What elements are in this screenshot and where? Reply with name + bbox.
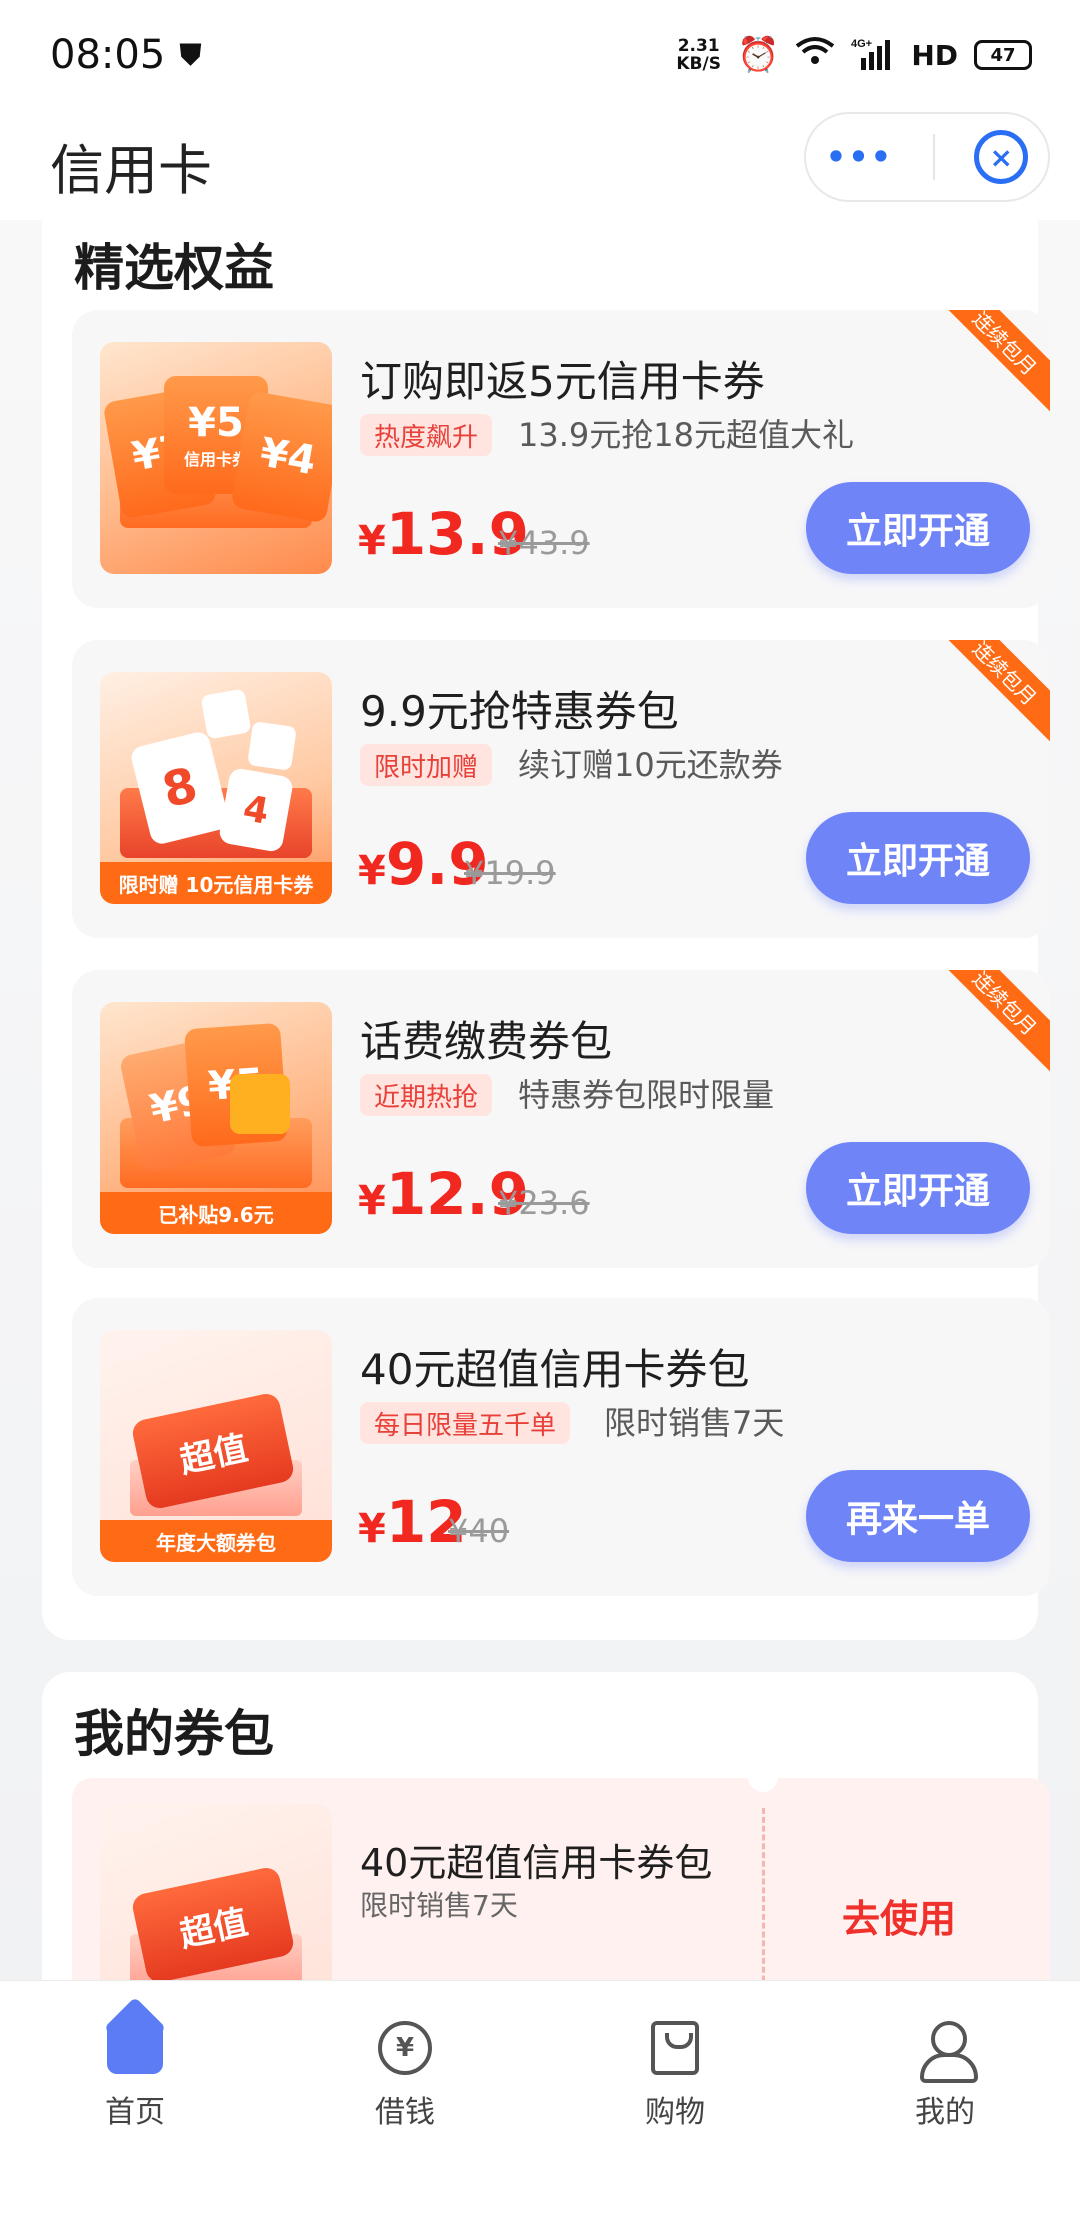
coupon-value: ¥5 — [188, 400, 244, 446]
benefit-card[interactable]: 超值 年度大额券包 40元超值信用卡券包 每日限量五千单 限时销售7天 ¥ 12… — [72, 1298, 1050, 1596]
content-scroll[interactable]: 精选权益 ¥7 ¥5 信用卡券 ¥4 订购即返5元信用卡券 热度飙升 13.9元抢… — [0, 220, 1080, 1980]
ticket-divider — [762, 1808, 765, 1980]
bottom-tab-bar: 首页 ¥ 借钱 购物 我的 — [0, 1980, 1080, 2232]
home-icon — [106, 2019, 164, 2077]
coupon-value: ¥4 — [256, 429, 320, 485]
battery-level: 47 — [990, 44, 1016, 66]
svg-text:4G+: 4G+ — [851, 38, 872, 50]
page-title: 信用卡 — [50, 138, 212, 202]
benefit-name: 9.9元抢特惠券包 — [360, 687, 679, 736]
tab-home[interactable]: 首页 — [55, 2019, 215, 2232]
status-time: 08:05 — [50, 32, 166, 78]
monthly-ribbon: 连续包月 — [936, 970, 1050, 1072]
benefit-thumbnail: 8 4 限时赠 10元信用卡券 — [100, 672, 332, 904]
benefit-thumbnail: ¥9 ¥5 已补贴9.6元 — [100, 1002, 332, 1234]
alarm-icon: ⏰ — [736, 35, 780, 75]
monthly-ribbon: 连续包月 — [936, 310, 1050, 412]
thumb-banner: 已补贴9.6元 — [100, 1192, 332, 1234]
benefit-name: 订购即返5元信用卡券 — [360, 357, 765, 406]
value-tag-text: 超值 — [176, 1427, 252, 1482]
signal-icon: 4G+ — [851, 36, 895, 74]
benefit-desc: 续订赠10元还款券 — [518, 746, 783, 784]
tab-borrow[interactable]: ¥ 借钱 — [325, 2019, 485, 2232]
subscribe-button[interactable]: 立即开通 — [806, 482, 1030, 574]
benefit-desc: 限时销售7天 — [604, 1404, 785, 1442]
shield-icon: ⛊ — [179, 37, 202, 73]
wallet-coupon-card[interactable]: 超值 40元超值信用卡券包 限时销售7天 去使用 — [72, 1778, 1050, 1980]
currency-symbol: ¥ — [358, 848, 386, 894]
shopping-bag-icon — [646, 2019, 704, 2077]
original-price: ¥43.9 — [498, 524, 590, 562]
benefit-desc: 特惠券包限时限量 — [518, 1076, 775, 1114]
speed-value: 2.31 — [677, 36, 720, 56]
benefit-name: 40元超值信用卡券包 — [360, 1345, 750, 1394]
hd-indicator: HD — [911, 38, 958, 72]
benefit-thumbnail: ¥7 ¥5 信用卡券 ¥4 — [100, 342, 332, 574]
tab-label: 首页 — [105, 2095, 165, 2130]
network-speed: 2.31 KB/S — [676, 37, 721, 73]
tab-label: 购物 — [645, 2095, 705, 2130]
benefit-tag: 限时加赠 — [360, 744, 493, 786]
benefit-card[interactable]: 8 4 限时赠 10元信用卡券 9.9元抢特惠券包 限时加赠 续订赠10元还款券… — [72, 640, 1050, 938]
currency-symbol: ¥ — [358, 1178, 386, 1224]
reorder-button[interactable]: 再来一单 — [806, 1470, 1030, 1562]
original-price: ¥19.9 — [464, 854, 556, 892]
yuan-icon: ¥ — [376, 2019, 434, 2077]
benefit-thumbnail: 超值 年度大额券包 — [100, 1330, 332, 1562]
subscribe-button[interactable]: 立即开通 — [806, 812, 1030, 904]
currency-symbol: ¥ — [358, 518, 386, 564]
status-left: 08:05 ⛊ — [50, 32, 202, 78]
benefit-desc: 13.9元抢18元超值大礼 — [518, 416, 854, 454]
tab-label: 借钱 — [375, 2095, 435, 2130]
section-title-wallet: 我的券包 — [74, 1705, 274, 1763]
thumb-banner: 年度大额券包 — [100, 1520, 332, 1562]
tab-mine[interactable]: 我的 — [865, 2019, 1025, 2232]
coupon-value: 8 — [157, 756, 203, 820]
wallet-section: 我的券包 超值 40元超值信用卡券包 限时销售7天 去使用 — [42, 1672, 1050, 1980]
close-icon[interactable]: × — [974, 130, 1029, 184]
status-right: 2.31 KB/S ⏰ 4G+ HD 47 — [676, 35, 1032, 75]
benefit-card[interactable]: ¥9 ¥5 已补贴9.6元 话费缴费券包 近期热抢 特惠券包限时限量 ¥ 12.… — [72, 970, 1050, 1268]
benefit-tag: 每日限量五千单 — [360, 1402, 571, 1444]
use-coupon-button[interactable]: 去使用 — [842, 1888, 956, 1943]
mango-tv-icon — [230, 1074, 290, 1134]
youku-icon — [200, 688, 252, 740]
more-icon[interactable]: ••• — [826, 138, 893, 176]
section-title-featured: 精选权益 — [74, 239, 274, 297]
battery-icon: 47 — [974, 40, 1032, 70]
currency-symbol: ¥ — [358, 1506, 386, 1552]
wifi-icon — [795, 36, 835, 74]
benefit-tag: 近期热抢 — [360, 1074, 493, 1116]
speed-unit: KB/S — [676, 54, 721, 74]
coupon-name: 40元超值信用卡券包 — [360, 1841, 713, 1885]
capsule-divider — [932, 134, 935, 180]
original-price: ¥23.6 — [498, 1184, 590, 1222]
tab-label: 我的 — [915, 2095, 975, 2130]
mini-program-capsule: ••• × — [804, 112, 1050, 202]
title-bar: 信用卡 ••• × — [0, 110, 1080, 220]
coupon-thumbnail: 超值 — [100, 1804, 332, 1980]
tab-shopping[interactable]: 购物 — [595, 2019, 755, 2232]
ticket-notch — [748, 1778, 778, 1792]
coupon-shape: 4 — [217, 767, 295, 853]
featured-section: 精选权益 ¥7 ¥5 信用卡券 ¥4 订购即返5元信用卡券 热度飙升 13.9元抢… — [42, 220, 1050, 1640]
benefit-card[interactable]: ¥7 ¥5 信用卡券 ¥4 订购即返5元信用卡券 热度飙升 13.9元抢18元超值… — [72, 310, 1050, 608]
status-bar: 08:05 ⛊ 2.31 KB/S ⏰ 4G+ HD 47 — [0, 0, 1080, 110]
coupon-value: 4 — [240, 787, 272, 833]
monthly-ribbon: 连续包月 — [936, 640, 1050, 742]
value-tag-text: 超值 — [176, 1901, 252, 1956]
benefit-tag: 热度飙升 — [360, 414, 493, 456]
user-icon — [916, 2019, 978, 2083]
original-price: ¥40 — [448, 1512, 510, 1550]
subscribe-button[interactable]: 立即开通 — [806, 1142, 1030, 1234]
thumb-banner: 限时赠 10元信用卡券 — [100, 862, 332, 904]
video-app-icon — [247, 721, 297, 771]
benefit-name: 话费缴费券包 — [360, 1017, 613, 1066]
coupon-desc: 限时销售7天 — [360, 1889, 518, 1922]
